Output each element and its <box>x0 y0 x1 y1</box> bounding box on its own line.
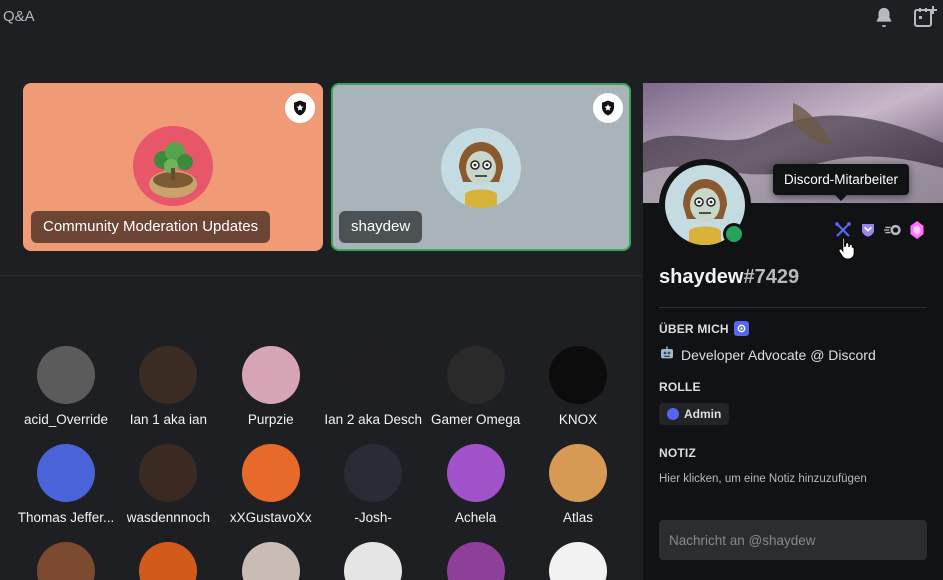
audience-member[interactable]: Ian 1 aka ian <box>117 346 219 427</box>
avatar <box>549 346 607 404</box>
role-color-dot <box>667 408 679 420</box>
about-text-value: Developer Advocate @ Discord <box>681 346 876 363</box>
member-name: Ian 1 aka ian <box>129 412 208 427</box>
audience-member[interactable]: wasdennnoch <box>117 444 219 525</box>
audience-member[interactable]: Thomas Jeffer... <box>15 444 117 525</box>
audience-member[interactable] <box>117 542 219 580</box>
channel-title: Q&A <box>3 8 35 25</box>
avatar <box>241 346 300 404</box>
audience-member[interactable]: Ian 2 aka Desch <box>322 346 424 427</box>
tile-label: Community Moderation Updates <box>31 211 271 243</box>
avatar <box>37 444 95 502</box>
about-heading: ÜBER MICH <box>659 321 749 336</box>
member-name: acid_Override <box>23 412 109 427</box>
avatar <box>139 346 198 404</box>
shield-star-icon <box>593 93 623 123</box>
avatar <box>441 128 521 208</box>
avatar <box>549 444 607 502</box>
member-name: wasdennnoch <box>126 510 211 525</box>
shield-star-icon <box>285 93 315 123</box>
audience-member[interactable]: Atlas <box>527 444 629 525</box>
nitro-icon[interactable] <box>884 222 902 238</box>
audience-member[interactable] <box>527 542 629 580</box>
username-text: shaydew <box>659 266 744 288</box>
member-name: xXGustavoXx <box>229 510 312 525</box>
member-name: Gamer Omega <box>430 412 521 427</box>
robot-emoji-icon <box>659 345 675 364</box>
online-status-indicator <box>723 223 745 245</box>
member-name: KNOX <box>558 412 598 427</box>
bell-icon[interactable] <box>873 6 895 28</box>
tile-label: shaydew <box>339 211 423 243</box>
member-name: Purpzie <box>247 412 294 427</box>
message-field[interactable] <box>659 520 927 560</box>
avatar <box>139 444 198 502</box>
avatar <box>549 542 607 580</box>
role-heading: ROLLE <box>659 380 701 394</box>
profile-username[interactable]: shaydew#7429 <box>659 266 799 289</box>
avatar <box>241 444 300 502</box>
audience-member[interactable]: -Josh- <box>322 444 424 525</box>
audience-member[interactable] <box>322 542 424 580</box>
member-name: -Josh- <box>354 510 392 525</box>
avatar <box>446 346 505 404</box>
avatar <box>446 542 505 580</box>
hypesquad-icon[interactable] <box>860 222 876 238</box>
stage-tile-community[interactable]: Community Moderation Updates <box>23 83 323 251</box>
about-heading-text: ÜBER MICH <box>659 321 729 336</box>
role-pill[interactable]: Admin <box>659 403 730 425</box>
note-field[interactable]: Hier klicken, um eine Notiz hinzuzufügen <box>659 473 867 485</box>
avatar <box>133 126 213 206</box>
audience-member[interactable]: KNOX <box>527 346 629 427</box>
avatar <box>241 542 300 580</box>
audience-member[interactable]: Gamer Omega <box>425 346 527 427</box>
avatar <box>344 444 403 502</box>
member-name: Atlas <box>562 510 593 525</box>
audience-member[interactable]: xXGustavoXx <box>220 444 322 525</box>
avatar <box>344 542 403 580</box>
avatar <box>37 346 95 404</box>
audience-member[interactable]: Achela <box>425 444 527 525</box>
member-name: Thomas Jeffer... <box>17 510 115 525</box>
boost-gem-icon[interactable] <box>910 221 924 239</box>
avatar <box>446 444 505 502</box>
audience-member[interactable]: acid_Override <box>15 346 117 427</box>
role-name: Admin <box>684 407 722 421</box>
avatar <box>37 542 95 580</box>
audience-member[interactable] <box>220 542 322 580</box>
divider <box>659 307 927 308</box>
discord-staff-icon <box>733 321 749 336</box>
avatar <box>344 346 403 404</box>
audience-member[interactable] <box>425 542 527 580</box>
member-name: Ian 2 aka Desch <box>324 412 422 427</box>
divider <box>0 275 642 276</box>
message-input[interactable] <box>659 520 927 560</box>
calendar-plus-icon[interactable] <box>913 5 937 29</box>
top-bar: Q&A <box>0 0 943 34</box>
discriminator-text: #7429 <box>743 266 800 288</box>
badge-tooltip: Discord-Mitarbeiter <box>773 164 910 201</box>
audience-member[interactable] <box>15 542 117 580</box>
member-name: Achela <box>454 510 497 525</box>
stage-tile-shaydew[interactable]: shaydew <box>331 83 631 251</box>
avatar <box>139 542 198 580</box>
note-heading: NOTIZ <box>659 446 696 460</box>
about-text: Developer Advocate @ Discord <box>659 345 876 364</box>
hand-pointer-icon <box>838 237 855 260</box>
audience-member[interactable]: Purpzie <box>220 346 322 427</box>
